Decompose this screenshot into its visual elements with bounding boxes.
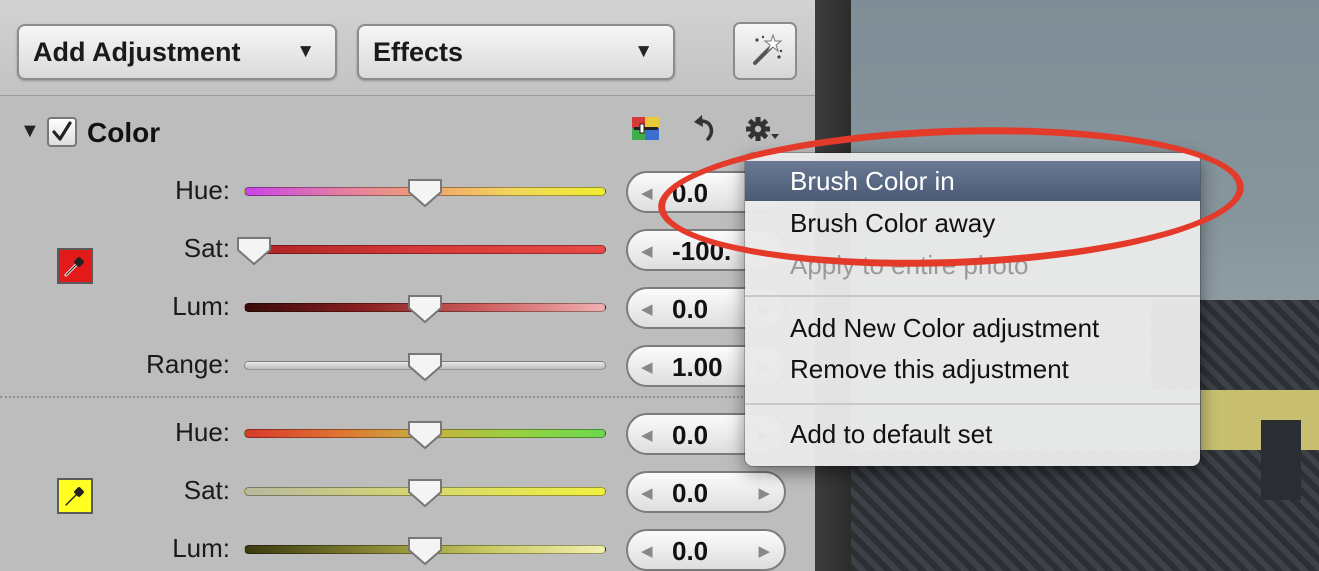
hue-label: Hue:	[175, 417, 230, 447]
sat-label: Sat:	[183, 233, 230, 263]
lum-value[interactable]: 0.0	[672, 536, 708, 567]
chevron-down-icon: ▼	[296, 41, 315, 62]
photo-chimney	[1261, 420, 1301, 500]
range-slider-thumb[interactable]	[407, 352, 443, 382]
effects-popup[interactable]: Effects ▼	[357, 24, 675, 80]
color-adjust-icon[interactable]	[631, 114, 663, 151]
gear-context-menu: Brush Color in Brush Color away Apply to…	[745, 153, 1200, 466]
adjustments-toolbar: Add Adjustment ▼ Effects ▼	[0, 0, 815, 96]
range-label: Range:	[146, 349, 230, 379]
checkmark-icon	[52, 121, 72, 141]
decrement-arrow-icon[interactable]: ◀	[641, 542, 653, 560]
lum-value-stepper[interactable]: ◀ 0.0 ▶	[626, 529, 786, 571]
menu-item-remove-this-adjustment[interactable]: Remove this adjustment	[745, 349, 1200, 389]
color-enable-checkbox[interactable]	[47, 117, 77, 147]
group-separator	[0, 396, 815, 398]
color-section-header: ▼ Color	[0, 108, 815, 158]
hue-slider-thumb[interactable]	[407, 178, 443, 208]
sat-slider-thumb[interactable]	[407, 478, 443, 508]
lum-row-2: Lum: ◀ 0.0 ▶	[0, 521, 815, 571]
hue-slider-thumb[interactable]	[407, 420, 443, 450]
hue-row-1: Hue: ◀ 0.0 ▶	[0, 163, 815, 221]
decrement-arrow-icon[interactable]: ◀	[641, 184, 653, 202]
add-adjustment-popup[interactable]: Add Adjustment ▼	[17, 24, 337, 80]
lum-slider-thumb[interactable]	[407, 536, 443, 566]
lum-slider-thumb[interactable]	[407, 294, 443, 324]
chevron-down-icon: ▼	[634, 41, 653, 62]
sat-slider-thumb[interactable]	[236, 236, 272, 266]
effects-label: Effects	[373, 36, 464, 67]
sat-slider-track[interactable]	[244, 245, 606, 254]
reset-arrow-icon[interactable]	[688, 114, 718, 151]
lum-label: Lum:	[172, 533, 230, 563]
lum-value[interactable]: 0.0	[672, 294, 708, 325]
menu-item-add-to-default-set[interactable]: Add to default set	[745, 414, 1200, 454]
increment-arrow-icon[interactable]: ▶	[758, 484, 770, 502]
hue-row-2: Hue: ◀ 0.0 ▶	[0, 405, 815, 463]
menu-item-brush-color-in[interactable]: Brush Color in	[745, 161, 1200, 201]
decrement-arrow-icon[interactable]: ◀	[641, 426, 653, 444]
increment-arrow-icon[interactable]: ▶	[758, 542, 770, 560]
hue-label: Hue:	[175, 175, 230, 205]
sat-label: Sat:	[183, 475, 230, 505]
hue-value[interactable]: 0.0	[672, 178, 708, 209]
decrement-arrow-icon[interactable]: ◀	[641, 300, 653, 318]
menu-item-add-new-color-adjustment[interactable]: Add New Color adjustment	[745, 308, 1200, 348]
decrement-arrow-icon[interactable]: ◀	[641, 484, 653, 502]
magic-wand-icon	[753, 33, 783, 65]
disclosure-triangle-icon[interactable]: ▼	[20, 120, 40, 143]
menu-item-apply-to-entire-photo: Apply to entire photo	[790, 250, 1029, 280]
lum-label: Lum:	[172, 291, 230, 321]
section-title: Color	[87, 117, 161, 148]
hue-value[interactable]: 0.0	[672, 420, 708, 451]
photo-lower-roof	[851, 450, 1319, 571]
adjustments-panel: Add Adjustment ▼ Effects ▼ ▼ Color Hue: …	[0, 0, 815, 571]
add-adjustment-label: Add Adjustment	[33, 36, 241, 67]
decrement-arrow-icon[interactable]: ◀	[641, 358, 653, 376]
menu-separator	[745, 403, 1200, 405]
sat-value-stepper[interactable]: ◀ 0.0 ▶	[626, 471, 786, 513]
range-row-1: Range: ◀ 1.00 ▶	[0, 337, 815, 395]
sat-value[interactable]: 0.0	[672, 478, 708, 509]
lum-row-1: Lum: ◀ 0.0 ▶	[0, 279, 815, 337]
range-value[interactable]: 1.00	[672, 352, 723, 383]
gear-icon[interactable]	[744, 114, 788, 151]
auto-enhance-button[interactable]	[733, 22, 797, 80]
sat-row-1: Sat: ◀ -100. ▶	[0, 221, 815, 279]
photo-house-wall	[1201, 390, 1319, 450]
decrement-arrow-icon[interactable]: ◀	[641, 242, 653, 260]
menu-item-brush-color-away[interactable]: Brush Color away	[745, 203, 1200, 243]
menu-separator	[745, 295, 1200, 297]
sat-value[interactable]: -100.	[672, 236, 731, 267]
sat-row-2: Sat: ◀ 0.0 ▶	[0, 463, 815, 521]
